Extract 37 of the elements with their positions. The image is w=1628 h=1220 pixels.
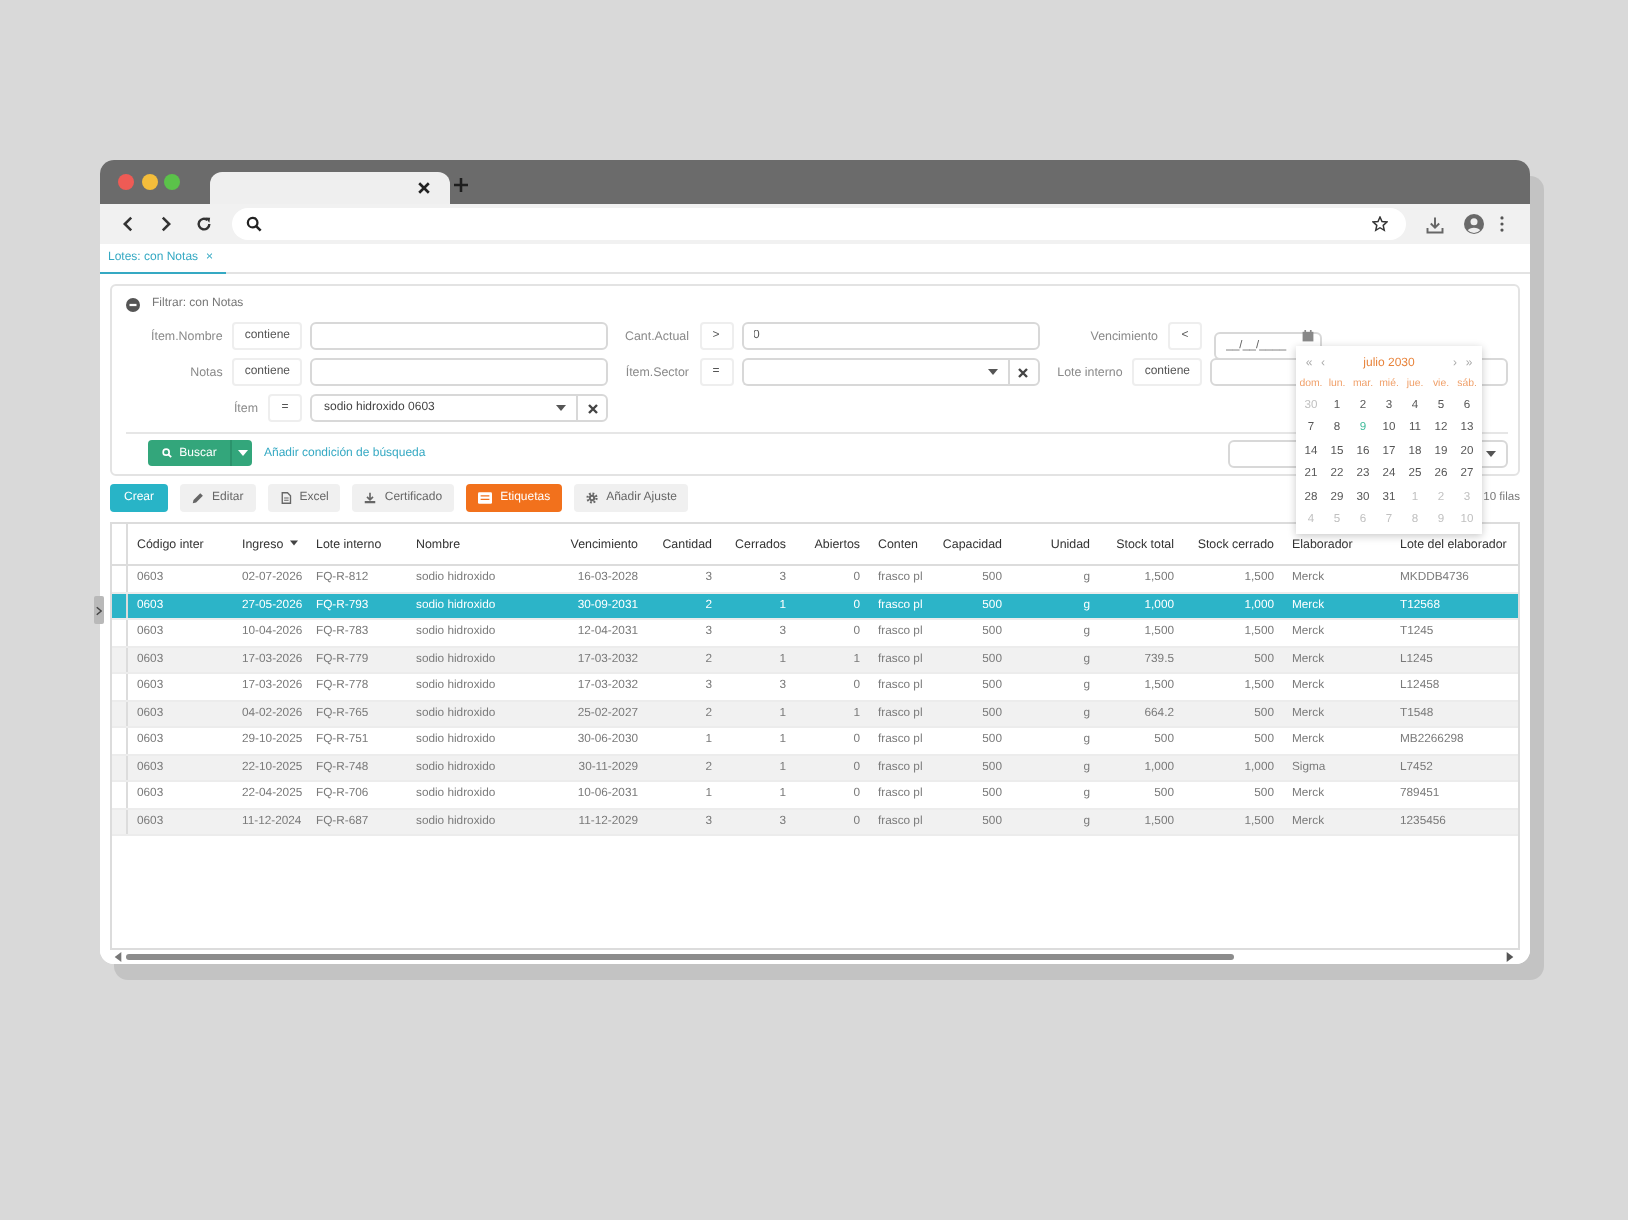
- caret-icon: [556, 404, 566, 412]
- close-icon: [587, 403, 597, 413]
- caret-icon: [237, 450, 247, 456]
- chevron-right-icon: [96, 605, 102, 615]
- calendar-icon[interactable]: [1302, 330, 1314, 342]
- scrollbar-thumb[interactable]: [126, 953, 1234, 961]
- clear-button[interactable]: [1007, 358, 1039, 386]
- scroll-left-icon[interactable]: [114, 952, 122, 962]
- text-field[interactable]: [310, 358, 608, 386]
- back-icon[interactable]: [122, 216, 134, 232]
- caret-icon: [987, 368, 997, 376]
- close-icon: [1018, 367, 1028, 377]
- sort-caret-icon[interactable]: [289, 540, 298, 547]
- panel-toggle-handle[interactable]: [94, 596, 104, 624]
- download-icon[interactable]: [1426, 215, 1444, 233]
- pencil-icon: [192, 492, 205, 504]
- scroll-right-icon[interactable]: [1506, 952, 1514, 962]
- address-field[interactable]: [232, 208, 1406, 240]
- star-icon[interactable]: [1372, 216, 1388, 232]
- clear-button[interactable]: [576, 394, 608, 422]
- profile-icon[interactable]: [1464, 214, 1484, 234]
- download-icon: [364, 492, 377, 504]
- search-icon: [246, 216, 262, 232]
- search-options-button[interactable]: [230, 440, 252, 466]
- card-icon: [478, 492, 493, 504]
- gear-icon: [586, 492, 599, 504]
- caret-icon: [1486, 449, 1496, 457]
- dropdown-field[interactable]: [741, 358, 1007, 386]
- text-field[interactable]: [310, 322, 608, 350]
- plus-icon[interactable]: [454, 177, 468, 191]
- minimize-window-button[interactable]: [141, 174, 157, 190]
- document-icon: [279, 492, 292, 504]
- reload-icon[interactable]: [196, 216, 212, 232]
- search-icon: [161, 448, 172, 458]
- close-icon[interactable]: [418, 182, 430, 194]
- collapse-icon[interactable]: [126, 297, 140, 311]
- forward-icon[interactable]: [160, 216, 172, 232]
